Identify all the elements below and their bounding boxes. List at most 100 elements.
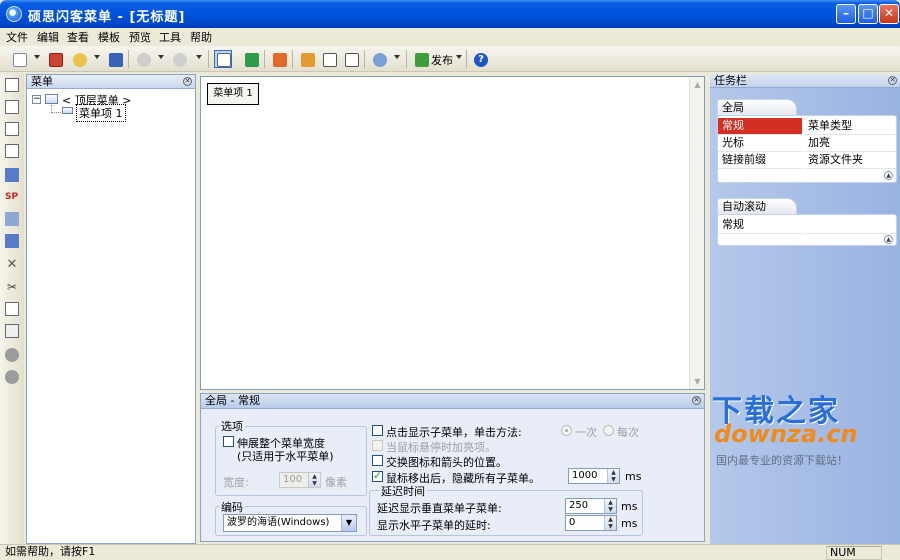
tree-item-label[interactable]: 菜单项 1 bbox=[76, 104, 126, 122]
submenu-icon[interactable] bbox=[5, 212, 19, 226]
menu-help[interactable]: 帮助 bbox=[190, 29, 212, 45]
close-icon[interactable]: ✕ bbox=[888, 76, 897, 85]
task-link-resource-folder[interactable]: 资源文件夹 bbox=[804, 152, 896, 169]
menu-template[interactable]: 模板 bbox=[98, 29, 120, 45]
menu-icon[interactable] bbox=[5, 234, 19, 248]
vertical-delay-label: 延迟显示垂直菜单子菜单: bbox=[377, 502, 502, 515]
options-group-title: 选项 bbox=[219, 418, 245, 434]
insert-item-icon[interactable] bbox=[298, 50, 316, 68]
vertical-delay-stepper[interactable]: 250 ▲ ▼ bbox=[565, 498, 617, 514]
radio-once[interactable] bbox=[561, 425, 572, 436]
close-icon[interactable]: ✕ bbox=[183, 77, 192, 86]
add-subitem-icon[interactable] bbox=[5, 122, 19, 136]
delete-icon[interactable]: ✕ bbox=[5, 258, 19, 272]
click-show-submenu-label: 点击显示子菜单，单击方法: bbox=[386, 426, 522, 439]
menu-tools[interactable]: 工具 bbox=[159, 29, 181, 45]
sp-icon[interactable]: SP bbox=[5, 190, 19, 204]
status-num: NUM bbox=[826, 546, 882, 560]
menu-preview[interactable]: 预览 bbox=[129, 29, 151, 45]
section-global: 常规 菜单类型 光标 加亮 链接前缀 资源文件夹 ▲ bbox=[717, 115, 897, 183]
title-bar: 硕思闪客菜单 - [无标题] – □ ✕ bbox=[0, 0, 900, 28]
encoding-select[interactable]: 波罗的海语(Windows) ▼ bbox=[223, 514, 357, 532]
stepper-arrows-icon[interactable]: ▲ ▼ bbox=[308, 473, 320, 487]
insert-separator-icon[interactable] bbox=[342, 50, 360, 68]
canvas-menu-item[interactable]: 菜单项 1 bbox=[207, 83, 259, 105]
copy-icon[interactable] bbox=[5, 302, 19, 316]
task-pane-title: 任务栏 bbox=[714, 74, 747, 87]
stretch-width-checkbox[interactable] bbox=[223, 436, 234, 447]
task-link-menu-type[interactable]: 菜单类型 bbox=[804, 118, 896, 135]
vertical-delay-value: 250 bbox=[569, 500, 589, 511]
close-icon[interactable]: ✕ bbox=[692, 396, 701, 405]
task-pane: 任务栏 ✕ 全局 常规 菜单类型 光标 加亮 链接前缀 资源文件夹 ▲ 自动滚动… bbox=[710, 74, 900, 544]
task-link-prefix[interactable]: 链接前缀 bbox=[718, 152, 802, 169]
chevron-down-icon[interactable]: ▼ bbox=[341, 515, 356, 531]
paste-icon[interactable] bbox=[5, 324, 19, 338]
section-global-tab[interactable]: 全局 bbox=[717, 99, 797, 115]
width-label: 宽度: bbox=[223, 476, 249, 489]
properties-header: 全局 - 常规 ✕ bbox=[201, 394, 704, 409]
horizontal-delay-stepper[interactable]: 0 ▲ ▼ bbox=[565, 515, 617, 531]
stepper-arrows-icon[interactable]: ▲ ▼ bbox=[604, 516, 616, 530]
close-button[interactable]: ✕ bbox=[879, 4, 899, 24]
stepper-arrows-icon[interactable]: ▲ ▼ bbox=[607, 469, 619, 483]
menu-file[interactable]: 文件 bbox=[6, 29, 28, 45]
preview-icon[interactable] bbox=[370, 50, 388, 68]
horizontal-delay-label: 显示水平子菜单的延时: bbox=[377, 519, 491, 532]
menu-edit[interactable]: 编辑 bbox=[37, 29, 59, 45]
properties-panel: 全局 - 常规 ✕ 选项 伸展整个菜单宽度 (只适用于水平菜单) 宽度: 100… bbox=[200, 393, 705, 542]
collapse-icon[interactable]: ▲ bbox=[884, 235, 893, 244]
highlight-hover-checkbox[interactable] bbox=[372, 440, 383, 451]
add-separator-icon[interactable] bbox=[5, 144, 19, 158]
status-help: 如需帮助，请按F1 bbox=[5, 545, 96, 558]
move-up-icon[interactable] bbox=[5, 348, 19, 362]
redo-icon[interactable] bbox=[170, 50, 188, 68]
window-title: 硕思闪客菜单 - [无标题] bbox=[28, 10, 186, 25]
properties-title: 全局 - 常规 bbox=[205, 394, 260, 407]
publish-label[interactable]: 发布 bbox=[431, 52, 453, 68]
task-link-autoscroll-general[interactable]: 常规 bbox=[718, 217, 802, 234]
click-show-submenu-checkbox[interactable] bbox=[372, 425, 383, 436]
minimize-button[interactable]: – bbox=[836, 4, 856, 24]
publish-icon[interactable] bbox=[412, 50, 430, 68]
scroll-up-icon[interactable]: ▲ bbox=[693, 80, 702, 89]
cut-icon[interactable]: ✂ bbox=[5, 280, 19, 294]
stepper-arrows-icon[interactable]: ▲ ▼ bbox=[604, 499, 616, 513]
save-icon[interactable] bbox=[106, 50, 124, 68]
task-link-general[interactable]: 常规 bbox=[718, 118, 802, 135]
hide-delay-value: 1000 bbox=[572, 470, 598, 481]
undo-icon[interactable] bbox=[134, 50, 152, 68]
add-item-icon[interactable] bbox=[5, 100, 19, 114]
collapse-icon[interactable]: ▲ bbox=[884, 171, 893, 180]
scroll-down-icon[interactable]: ▼ bbox=[693, 377, 702, 386]
canvas-scrollbar[interactable]: ▲ ▼ bbox=[689, 77, 704, 389]
tree-collapse-icon[interactable]: − bbox=[32, 95, 41, 104]
new-file-icon[interactable] bbox=[10, 50, 28, 68]
horizontal-delay-unit: ms bbox=[621, 517, 638, 530]
hide-submenus-checkbox[interactable] bbox=[372, 469, 383, 482]
hide-delay-unit: ms bbox=[625, 470, 642, 483]
task-link-highlight[interactable]: 加亮 bbox=[804, 135, 896, 152]
open-file-icon[interactable] bbox=[70, 50, 88, 68]
swap-icon-arrow-checkbox[interactable] bbox=[372, 455, 383, 466]
section-autoscroll-tab[interactable]: 自动滚动 bbox=[717, 198, 797, 214]
insert-icon[interactable] bbox=[5, 168, 19, 182]
menu-view[interactable]: 查看 bbox=[67, 29, 89, 45]
open-template-icon[interactable] bbox=[46, 50, 64, 68]
add-top-item-icon[interactable] bbox=[5, 78, 19, 92]
task-link-cursor[interactable]: 光标 bbox=[718, 135, 802, 152]
width-stepper[interactable]: 100 ▲ ▼ bbox=[279, 472, 321, 488]
help-icon[interactable]: ? bbox=[471, 50, 489, 68]
menu-preview-canvas[interactable]: 菜单项 1 ▲ ▼ bbox=[200, 76, 705, 390]
vertical-delay-unit: ms bbox=[621, 500, 638, 513]
radio-each[interactable] bbox=[603, 425, 614, 436]
swap-icon-arrow-label: 交换图标和箭头的位置。 bbox=[386, 456, 507, 469]
maximize-button[interactable]: □ bbox=[858, 4, 878, 24]
move-down-icon[interactable] bbox=[5, 370, 19, 384]
refresh-icon[interactable] bbox=[242, 50, 260, 68]
properties-icon[interactable] bbox=[270, 50, 288, 68]
hide-delay-stepper[interactable]: 1000 ▲ ▼ bbox=[568, 468, 620, 484]
insert-submenu-icon[interactable] bbox=[320, 50, 338, 68]
layout-view-icon[interactable] bbox=[214, 50, 232, 68]
vertical-toolbar: SP ✕ ✂ bbox=[0, 74, 24, 544]
